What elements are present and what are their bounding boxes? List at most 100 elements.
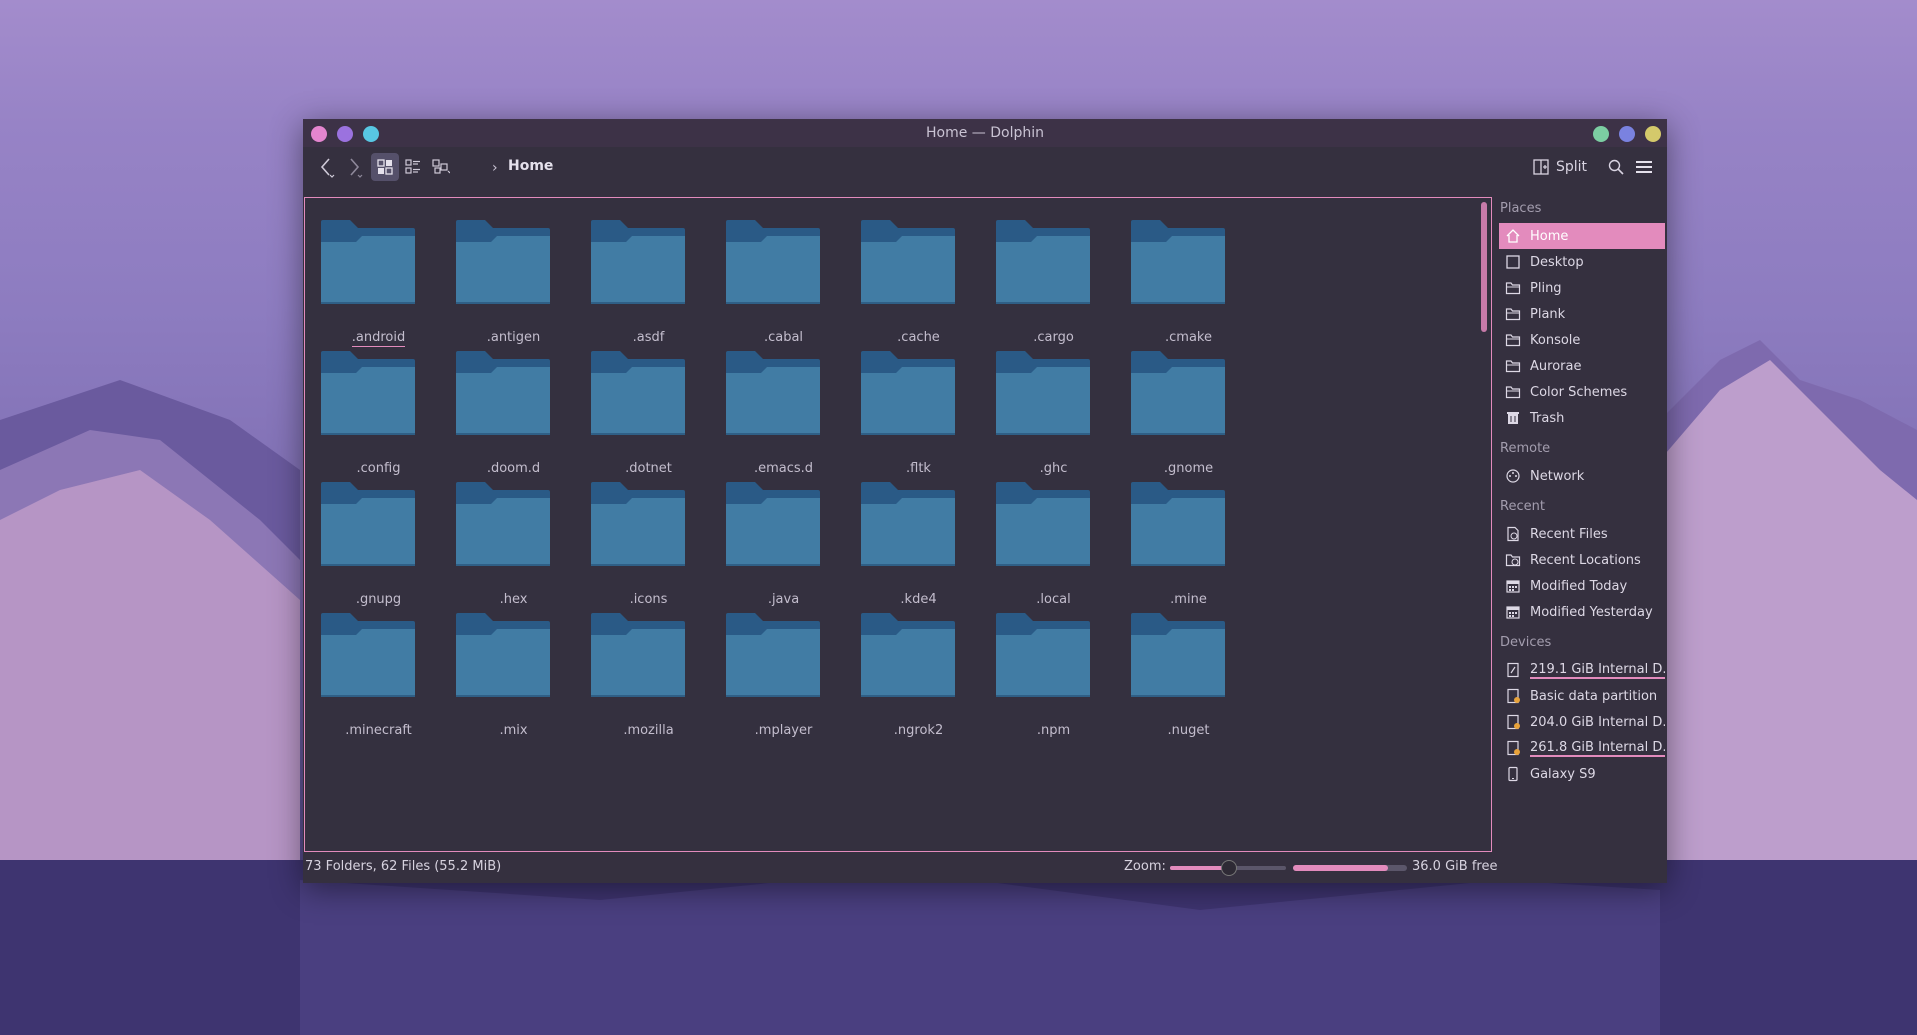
- search-button[interactable]: [1602, 153, 1630, 181]
- details-view-button[interactable]: [399, 153, 427, 181]
- places-item[interactable]: Modified Yesterday: [1499, 599, 1665, 625]
- drive-warning-icon: [1507, 688, 1520, 704]
- zoom-slider[interactable]: [1170, 860, 1286, 876]
- recent-files-icon: [1507, 526, 1519, 542]
- places-section-title: Devices: [1500, 635, 1552, 650]
- places-item[interactable]: Desktop: [1499, 249, 1665, 275]
- zoom-slider-handle[interactable]: [1221, 860, 1237, 876]
- folder-icon: [321, 220, 415, 304]
- drive-icon: [1507, 662, 1519, 678]
- folder-icon: [1505, 360, 1521, 373]
- places-section-title: Remote: [1500, 441, 1551, 456]
- dolphin-window: Home — Dolphin › Home Split .android .an…: [303, 119, 1667, 883]
- back-button[interactable]: [313, 153, 341, 181]
- breadcrumb-home[interactable]: Home: [508, 158, 553, 174]
- places-item[interactable]: Pling: [1499, 275, 1665, 301]
- home-icon: [1506, 229, 1520, 243]
- places-item[interactable]: Recent Locations: [1499, 547, 1665, 573]
- folder-icon: [861, 482, 955, 566]
- places-section-title: Places: [1500, 201, 1542, 216]
- places-panel: Places Home Desktop Pling Plank Konsole Aurora…: [1496, 197, 1666, 850]
- folder-icon: [321, 613, 415, 697]
- folder-icon: [996, 482, 1090, 566]
- trash-icon: [1507, 412, 1519, 424]
- places-item[interactable]: 261.8 GiB Internal D...: [1499, 735, 1665, 761]
- folder-icon: [861, 351, 955, 435]
- zoom-label: Zoom:: [1124, 859, 1166, 874]
- places-item-label: Plank: [1530, 306, 1566, 322]
- drive-warning-icon: [1507, 714, 1520, 730]
- phone-icon: [1508, 766, 1518, 782]
- calendar-icon: [1506, 606, 1520, 619]
- folder-icon: [1505, 282, 1521, 295]
- places-item[interactable]: Color Schemes: [1499, 379, 1665, 405]
- places-item[interactable]: Modified Today: [1499, 573, 1665, 599]
- window-action-button-1[interactable]: [1593, 126, 1609, 142]
- places-item-label: Modified Yesterday: [1530, 604, 1653, 620]
- folder-icon: [456, 351, 550, 435]
- compact-view-button[interactable]: [427, 153, 455, 181]
- places-item[interactable]: 204.0 GiB Internal D...: [1499, 709, 1665, 735]
- places-item-label: Recent Files: [1530, 526, 1608, 542]
- file-name: .nuget: [1167, 723, 1210, 738]
- folder-icon: [726, 613, 820, 697]
- file-item[interactable]: .gnome: [1106, 331, 1271, 481]
- folder-icon: [591, 351, 685, 435]
- folder-icon: [456, 220, 550, 304]
- places-item[interactable]: 219.1 GiB Internal D...: [1499, 657, 1665, 683]
- desktop-icon: [1506, 255, 1520, 269]
- folder-icon: [726, 482, 820, 566]
- places-item-label: Pling: [1530, 280, 1562, 296]
- file-view[interactable]: .android .antigen .asdf .cabal .cache .cargo.…: [304, 197, 1492, 852]
- places-item[interactable]: Galaxy S9: [1499, 761, 1665, 787]
- search-icon: [1608, 159, 1624, 175]
- places-item-label: Trash: [1530, 410, 1565, 426]
- places-item[interactable]: Konsole: [1499, 327, 1665, 353]
- vertical-scrollbar[interactable]: [1481, 202, 1487, 847]
- folder-icon: [996, 613, 1090, 697]
- file-item[interactable]: .cmake: [1106, 200, 1271, 350]
- title-bar[interactable]: Home — Dolphin: [303, 119, 1667, 147]
- forward-button[interactable]: [341, 153, 369, 181]
- places-item-label: Aurorae: [1530, 358, 1582, 374]
- folder-icon: [591, 482, 685, 566]
- status-bar: 73 Folders, 62 Files (55.2 MiB) Zoom: 36…: [303, 850, 1667, 883]
- places-item[interactable]: Plank: [1499, 301, 1665, 327]
- toolbar: › Home Split: [303, 147, 1667, 187]
- menu-button[interactable]: [1630, 153, 1658, 181]
- folder-summary: 73 Folders, 62 Files (55.2 MiB): [305, 859, 502, 874]
- places-item-label: Basic data partition: [1530, 688, 1658, 704]
- folder-icon: [996, 220, 1090, 304]
- breadcrumb-separator: ›: [492, 160, 498, 176]
- places-item-label: 219.1 GiB Internal D...: [1530, 662, 1665, 679]
- places-item-label: Network: [1530, 468, 1585, 484]
- folder-icon: [726, 351, 820, 435]
- icons-view-button[interactable]: [371, 153, 399, 181]
- calendar-icon: [1506, 580, 1520, 593]
- recent-locations-icon: [1505, 554, 1521, 567]
- scrollbar-thumb[interactable]: [1481, 202, 1487, 332]
- folder-icon: [1505, 308, 1521, 321]
- places-item[interactable]: Recent Files: [1499, 521, 1665, 547]
- places-item[interactable]: Network: [1499, 463, 1665, 489]
- places-item-label: 204.0 GiB Internal D...: [1530, 714, 1665, 730]
- split-button[interactable]: Split: [1533, 155, 1587, 179]
- folder-icon: [1505, 386, 1521, 399]
- disk-usage-bar: [1293, 865, 1407, 871]
- network-icon: [1506, 469, 1520, 483]
- places-item[interactable]: Trash: [1499, 405, 1665, 431]
- places-item[interactable]: Home: [1499, 223, 1665, 249]
- window-action-button-3[interactable]: [1645, 126, 1661, 142]
- folder-icon: [591, 613, 685, 697]
- places-item[interactable]: Aurorae: [1499, 353, 1665, 379]
- places-item[interactable]: Basic data partition: [1499, 683, 1665, 709]
- places-item-label: Color Schemes: [1530, 384, 1628, 400]
- folder-icon: [456, 482, 550, 566]
- file-item[interactable]: .mine: [1106, 462, 1271, 612]
- window-action-button-2[interactable]: [1619, 126, 1635, 142]
- places-item-label: Desktop: [1530, 254, 1584, 270]
- split-label: Split: [1556, 159, 1588, 175]
- file-item[interactable]: .nuget: [1106, 593, 1271, 743]
- places-section-title: Recent: [1500, 499, 1545, 514]
- hamburger-menu-icon: [1636, 161, 1652, 173]
